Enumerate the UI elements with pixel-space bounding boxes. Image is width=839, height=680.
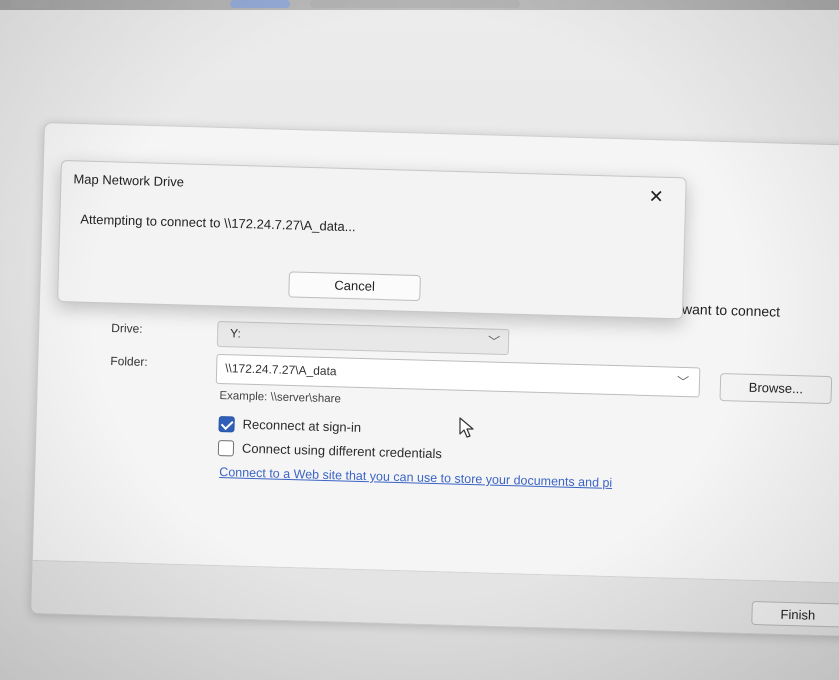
drive-label: Drive: (111, 320, 143, 336)
folder-input-value: \\172.24.7.27\A_data (225, 361, 337, 379)
mouse-pointer-icon (459, 417, 474, 438)
reconnect-label[interactable]: Reconnect at sign-in (242, 417, 361, 435)
dialog-message: Attempting to connect to \\172.24.7.27\A… (80, 211, 356, 235)
browse-button[interactable]: Browse... (719, 372, 833, 405)
chevron-down-icon: ﹀ (487, 334, 501, 349)
top-strip-text (310, 0, 520, 8)
different-credentials-checkbox[interactable] (217, 439, 235, 457)
dialog-title: Map Network Drive (73, 171, 185, 190)
drive-select[interactable]: Y: ﹀ (216, 320, 510, 356)
drive-select-value: Y: (229, 326, 242, 341)
example-text: Example: \\server\share (219, 390, 341, 406)
wizard-prompt: want to connect (681, 300, 781, 320)
reconnect-checkbox[interactable] (218, 415, 235, 433)
close-icon[interactable]: ✕ (643, 185, 670, 208)
different-credentials-label[interactable]: Connect using different credentials (242, 441, 442, 462)
connect-web-site-link[interactable]: Connect to a Web site that you can use t… (219, 465, 612, 490)
folder-label: Folder: (110, 353, 148, 369)
finish-button[interactable]: Finish (751, 600, 839, 628)
screen: want to connect Drive: Y: ﹀ Folder: \\17… (0, 0, 839, 680)
folder-input[interactable]: \\172.24.7.27\A_data ﹀ (215, 353, 701, 398)
top-strip-text (10, 0, 50, 8)
top-strip (0, 0, 839, 10)
cancel-button[interactable]: Cancel (288, 271, 421, 302)
wizard-footer (31, 559, 839, 636)
connecting-dialog: Map Network Drive ✕ Attempting to connec… (57, 160, 687, 320)
chevron-down-icon[interactable]: ﹀ (677, 373, 689, 390)
top-strip-text (785, 0, 825, 8)
top-strip-button (230, 0, 290, 8)
